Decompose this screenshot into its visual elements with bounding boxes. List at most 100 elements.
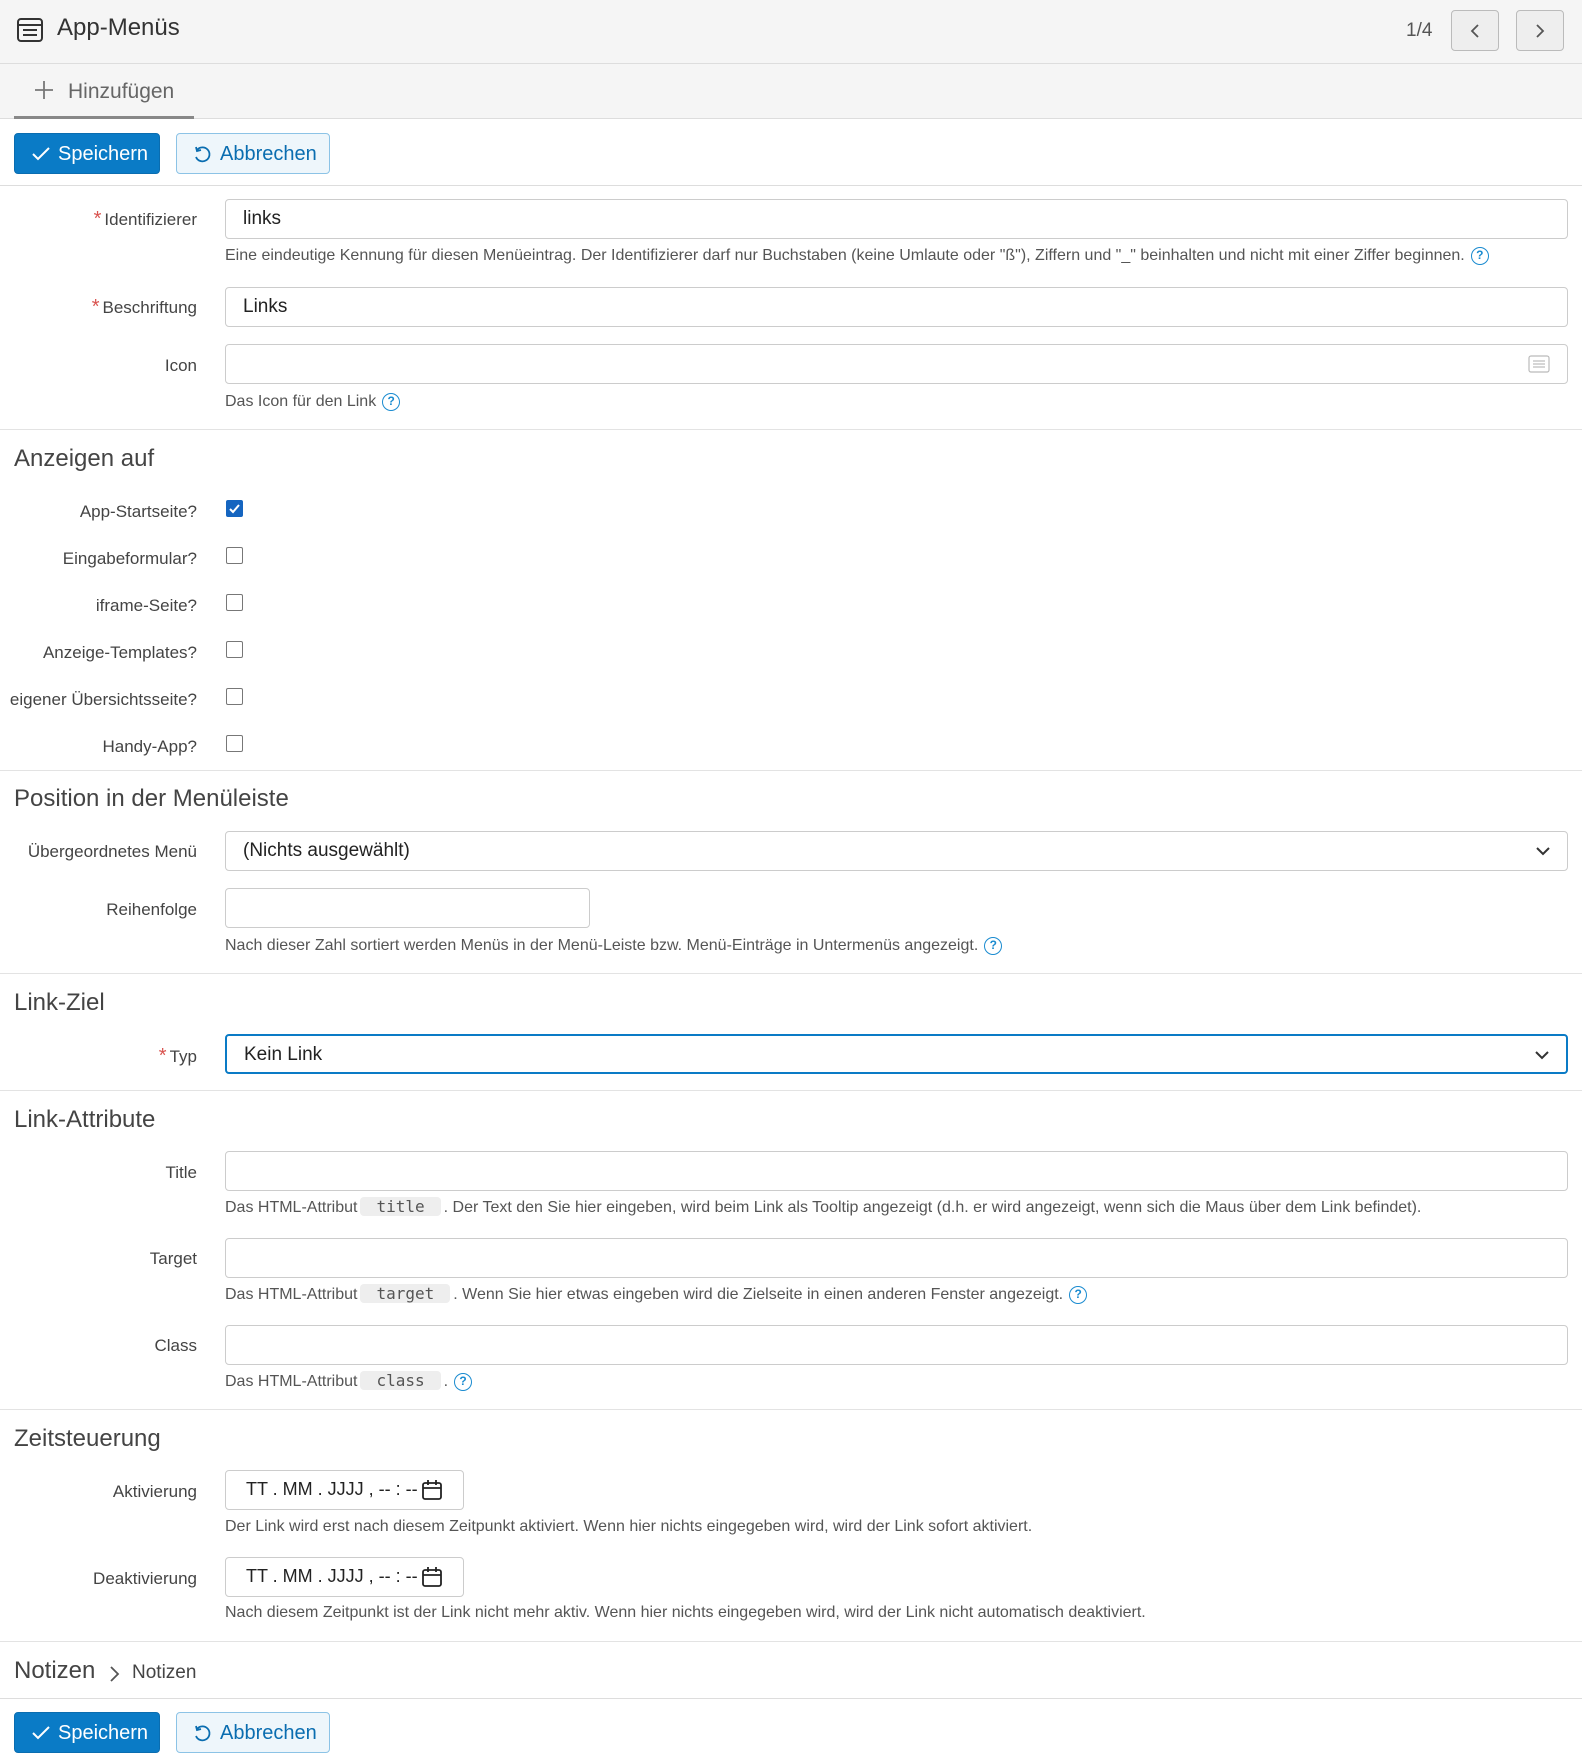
help-icon[interactable]: ? (1470, 247, 1489, 265)
icon-picker-icon[interactable] (1528, 355, 1550, 373)
parent-menu-select[interactable]: (Nichts ausgewählt) (225, 831, 1568, 871)
show-on-label-4: eigener Übersichtsseite? (9, 690, 197, 709)
type-value: Kein Link (244, 1044, 323, 1065)
top-toolbar: Speichern Abbrechen (0, 120, 1582, 186)
save-button[interactable]: Speichern (14, 133, 160, 174)
chevron-right-icon (110, 1666, 120, 1682)
next-record-button[interactable] (1516, 10, 1564, 51)
header-bar: App-Menüs 1/4 (0, 0, 1582, 64)
activation-label: Aktivierung (112, 1482, 197, 1501)
activation-help: Der Link wird erst nach diesem Zeitpunkt… (225, 1518, 1033, 1535)
caption-label: * Beschriftung (91, 296, 197, 318)
undo-icon (195, 146, 211, 163)
code-class: class (360, 1371, 441, 1390)
caption-input[interactable]: Links (225, 287, 1568, 327)
notes-sub-label: Notizen (132, 1662, 197, 1683)
target-attr-label: Target (149, 1249, 197, 1268)
previous-record-button[interactable] (1451, 10, 1499, 51)
section-title-timing: Zeitsteuerung (14, 1425, 161, 1452)
section-title-link-target: Link-Ziel (14, 989, 105, 1016)
section-divider (0, 973, 1582, 974)
parent-menu-label: Übergeordnetes Menü (27, 842, 197, 861)
tab-add-label: Hinzufügen (68, 80, 175, 103)
show-on-label-0: App-Startseite? (79, 502, 197, 521)
deactivation-label: Deaktivierung (93, 1569, 197, 1588)
help-icon[interactable]: ? (454, 1373, 473, 1391)
chevron-down-icon (1536, 847, 1550, 856)
cancel-button-label: Abbrechen (220, 143, 317, 165)
section-title-position: Position in der Menüleiste (14, 785, 289, 812)
title-attr-label: Title (165, 1163, 198, 1182)
record-pager: 1/4 (1406, 20, 1433, 41)
calendar-icon[interactable] (421, 1566, 443, 1588)
order-input[interactable] (225, 888, 590, 928)
checkmark-icon (229, 504, 240, 514)
class-attr-label: Class (154, 1336, 197, 1355)
type-select[interactable]: Kein Link (225, 1034, 1568, 1074)
check-icon (32, 147, 50, 161)
target-attr-help: Das HTML-Attribut target. Wenn Sie hier e… (225, 1284, 1088, 1304)
notes-section-toggle[interactable]: Notizen (14, 1657, 120, 1685)
required-marker: * (91, 296, 100, 318)
identifier-help: Eine eindeutige Kennung für diesen Menüe… (225, 247, 1489, 265)
chevron-left-icon (1470, 24, 1479, 38)
tab-bar: Hinzufügen (0, 64, 1582, 119)
show-on-label-1: Eingabeformular? (62, 549, 197, 568)
icon-help: Das Icon für den Link? (225, 393, 401, 411)
show-on-checkbox-0[interactable] (226, 500, 243, 517)
show-on-checkbox-3[interactable] (226, 641, 243, 658)
show-on-checkbox-4[interactable] (226, 688, 243, 705)
help-icon[interactable]: ? (984, 937, 1003, 955)
show-on-label-2: iframe-Seite? (95, 596, 197, 615)
target-attr-input[interactable] (225, 1238, 1568, 1278)
chevron-right-icon (1536, 24, 1545, 38)
section-divider (0, 1090, 1582, 1091)
identifier-label: * Identifizierer (93, 208, 197, 230)
show-on-checkbox-2[interactable] (226, 594, 243, 611)
identifier-input[interactable]: links (225, 199, 1568, 239)
required-marker: * (158, 1045, 167, 1067)
section-title-link-attributes: Link-Attribute (14, 1106, 156, 1133)
bottom-toolbar: Speichern Abbrechen (0, 1698, 1582, 1764)
cancel-button-bottom[interactable]: Abbrechen (176, 1712, 330, 1753)
show-on-checkbox-1[interactable] (226, 547, 243, 564)
icon-label: Icon (164, 356, 197, 375)
required-marker: * (93, 208, 102, 230)
title-attr-input[interactable] (225, 1151, 1568, 1191)
check-icon (32, 1726, 50, 1740)
calendar-icon[interactable] (421, 1479, 443, 1501)
help-icon[interactable]: ? (382, 393, 401, 411)
class-attr-input[interactable] (225, 1325, 1568, 1365)
title-attr-help: Das HTML-Attribut title. Der Text den Sie… (225, 1197, 1422, 1216)
page-title: App-Menüs (57, 14, 180, 41)
activation-value: TT . MM . JJJJ , -- : -- (246, 1479, 418, 1499)
tab-add[interactable]: Hinzufügen (14, 64, 194, 119)
cancel-button-label: Abbrechen (220, 1722, 317, 1744)
section-divider (0, 770, 1582, 771)
save-button-label: Speichern (58, 143, 149, 165)
notes-title: Notizen (14, 1657, 96, 1684)
parent-menu-value: (Nichts ausgewählt) (243, 840, 410, 861)
show-on-label-5: Handy-App? (102, 737, 197, 756)
code-target: target (360, 1284, 451, 1303)
section-divider (0, 1409, 1582, 1410)
deactivation-help: Nach diesem Zeitpunkt ist der Link nicht… (225, 1604, 1146, 1621)
plus-icon (35, 81, 53, 99)
code-title: title (360, 1197, 441, 1216)
activation-datetime-input[interactable]: TT . MM . JJJJ , -- : -- (225, 1470, 464, 1510)
show-on-label-3: Anzeige-Templates? (42, 643, 197, 662)
undo-icon (195, 1725, 211, 1742)
save-button-label: Speichern (58, 1722, 149, 1744)
section-title-show-on: Anzeigen auf (14, 445, 155, 472)
save-button-bottom[interactable]: Speichern (14, 1712, 160, 1753)
help-icon[interactable]: ? (1069, 1286, 1088, 1304)
deactivation-datetime-input[interactable]: TT . MM . JJJJ , -- : -- (225, 1557, 464, 1597)
class-attr-help: Das HTML-Attribut class.? (225, 1371, 473, 1391)
cancel-button[interactable]: Abbrechen (176, 133, 330, 174)
icon-input[interactable] (225, 344, 1568, 384)
show-on-checkbox-5[interactable] (226, 735, 243, 752)
order-help: Nach dieser Zahl sortiert werden Menüs i… (225, 937, 1003, 955)
deactivation-value: TT . MM . JJJJ , -- : -- (246, 1566, 418, 1586)
app-menu-form-page: App-Menüs 1/4 Hinzufügen Speichern Abbre… (0, 0, 1582, 1764)
menu-list-icon (17, 18, 43, 42)
